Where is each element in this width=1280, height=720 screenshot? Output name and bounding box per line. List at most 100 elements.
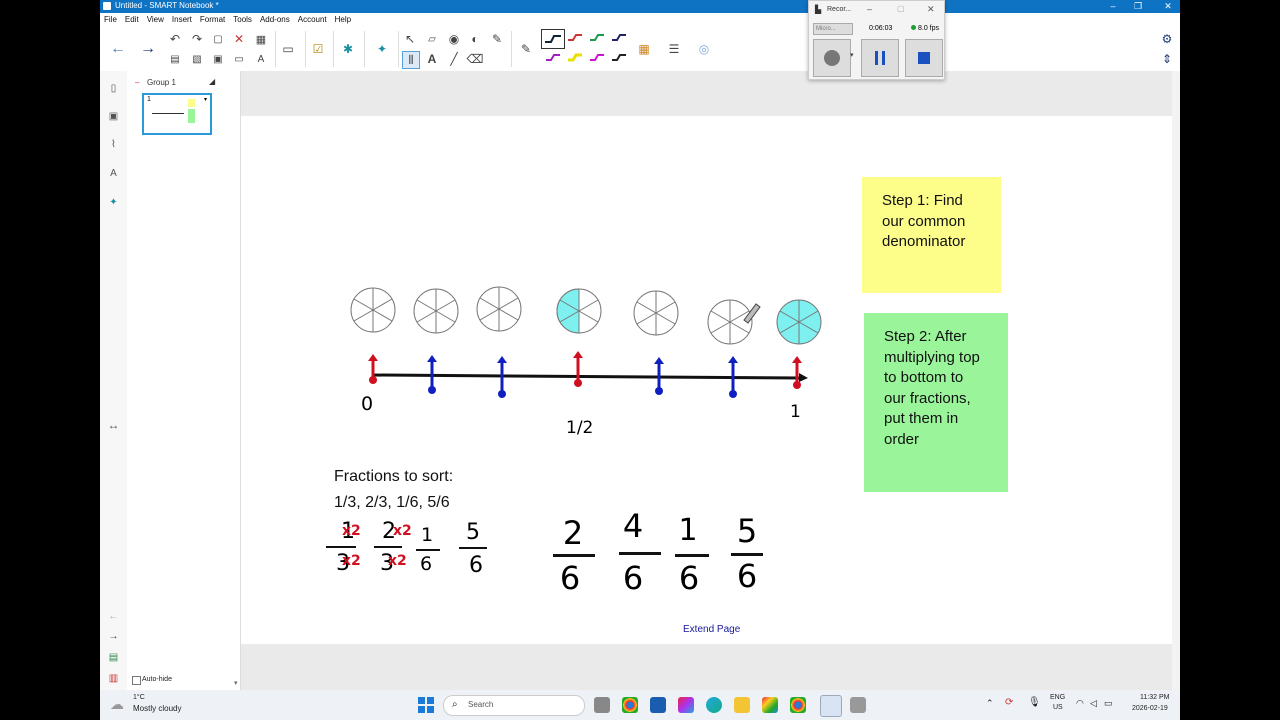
pen-shapes-icon[interactable]: ▱ bbox=[424, 31, 440, 47]
smart-notebook-taskbar-icon[interactable] bbox=[820, 695, 842, 717]
add-page-icon[interactable]: ▤ bbox=[106, 650, 121, 665]
extend-page-link[interactable]: Extend Page bbox=[683, 624, 740, 635]
tray-overflow-chevron-icon[interactable]: ⌃ bbox=[986, 698, 994, 709]
recorder-minimize-button[interactable]: – bbox=[867, 4, 872, 14]
new-page-icon[interactable]: ▤ bbox=[167, 51, 183, 67]
activity-builder-icon[interactable]: ☑ bbox=[310, 41, 326, 57]
line-style-icon[interactable]: ☰ bbox=[666, 41, 682, 57]
properties-tab-icon[interactable]: A bbox=[106, 166, 121, 181]
undo-icon[interactable]: ↶ bbox=[167, 31, 183, 47]
pen-style-yellow-icon[interactable] bbox=[566, 51, 584, 65]
paste-icon[interactable]: ▢ bbox=[210, 31, 226, 47]
recorder-mode-select[interactable]: Micro... bbox=[813, 23, 853, 35]
photos-icon[interactable] bbox=[762, 697, 778, 713]
recorder-close-button[interactable]: ✕ bbox=[927, 4, 935, 15]
text-recognition-icon[interactable]: A bbox=[253, 51, 269, 67]
pause-button[interactable] bbox=[861, 39, 899, 77]
pen-style-dark-selected[interactable] bbox=[541, 29, 565, 49]
tray-sync-icon[interactable]: ⟳ bbox=[1005, 697, 1013, 708]
menu-help[interactable]: Help bbox=[331, 13, 355, 26]
page-sorter-icon[interactable]: ▯ bbox=[106, 81, 121, 96]
chrome-profile-icon[interactable] bbox=[790, 697, 806, 713]
restore-button[interactable]: ❐ bbox=[1130, 0, 1146, 13]
lab-shapes-icon[interactable]: ✦ bbox=[374, 41, 390, 57]
gallery-icon[interactable]: ▣ bbox=[106, 109, 121, 124]
edge-icon[interactable] bbox=[706, 697, 722, 713]
line-tool-icon[interactable]: ╱ bbox=[446, 51, 462, 67]
tray-region[interactable]: US bbox=[1053, 704, 1063, 711]
pen-style-green-icon[interactable] bbox=[588, 31, 606, 45]
table-icon[interactable]: ▦ bbox=[253, 31, 269, 47]
thumb-menu-icon[interactable]: ▾ bbox=[204, 96, 207, 103]
screen-shade-icon[interactable]: ▭ bbox=[231, 51, 247, 67]
sidebar-forward-arrow-icon[interactable]: → bbox=[106, 629, 121, 644]
menu-format[interactable]: Format bbox=[196, 13, 229, 26]
menu-addons[interactable]: Add-ons bbox=[256, 13, 294, 26]
menu-file[interactable]: File bbox=[100, 13, 121, 26]
settings-gear-icon[interactable]: ⚙ bbox=[1159, 31, 1175, 47]
group-collapse-icon[interactable]: – bbox=[135, 78, 139, 87]
scroll-down-arrow-icon[interactable]: ▾ bbox=[234, 679, 238, 687]
autohide-checkbox[interactable] bbox=[132, 676, 141, 685]
pen-style-purple-icon[interactable] bbox=[544, 51, 562, 65]
record-options-chevron-icon[interactable]: ▾ bbox=[850, 51, 854, 59]
pen-style-black-icon[interactable] bbox=[610, 51, 628, 65]
fill-effects-icon[interactable]: ◎ bbox=[696, 41, 712, 57]
previous-page-arrow-icon[interactable]: ← bbox=[110, 40, 126, 57]
clock-date[interactable]: 2026-02-19 bbox=[1132, 705, 1168, 712]
pen-style-navy-icon[interactable] bbox=[610, 31, 628, 45]
wifi-icon[interactable]: ◠ bbox=[1076, 698, 1084, 709]
properties-icon[interactable]: ⫴ bbox=[402, 51, 420, 69]
move-toolbar-icon[interactable]: ⇕ bbox=[1159, 51, 1175, 67]
delete-icon[interactable]: ✕ bbox=[231, 31, 247, 47]
pen-style-red-icon[interactable] bbox=[566, 31, 584, 45]
pen-style-magenta-icon[interactable] bbox=[588, 51, 606, 65]
volume-icon[interactable]: ◁ bbox=[1090, 698, 1097, 709]
tray-language[interactable]: ENG bbox=[1050, 694, 1065, 701]
tray-microphone-icon[interactable]: 🎙 bbox=[1028, 697, 1041, 708]
canvas-scrollbar[interactable] bbox=[1172, 71, 1180, 690]
sidebar-back-arrow-icon[interactable]: ← bbox=[106, 609, 121, 624]
page-thumbnail[interactable]: 1 ▾ bbox=[142, 93, 212, 135]
chrome-icon[interactable] bbox=[622, 697, 638, 713]
minimize-button[interactable]: – bbox=[1105, 0, 1121, 13]
close-button[interactable]: ✕ bbox=[1160, 0, 1176, 13]
file-explorer-icon[interactable] bbox=[734, 697, 750, 713]
menu-edit[interactable]: Edit bbox=[121, 13, 143, 26]
battery-icon[interactable]: ▭ bbox=[1104, 698, 1113, 709]
menu-view[interactable]: View bbox=[143, 13, 168, 26]
windows-start-icon[interactable] bbox=[418, 697, 434, 713]
recorder-maximize-button[interactable]: ▢ bbox=[897, 4, 905, 13]
next-page-arrow-icon[interactable]: → bbox=[140, 40, 156, 57]
menu-tools[interactable]: Tools bbox=[229, 13, 256, 26]
document-camera-icon[interactable]: ▭ bbox=[280, 41, 296, 57]
taskbar-search-box[interactable]: ⌕ Search bbox=[443, 695, 585, 716]
addons-bug-icon[interactable]: ✱ bbox=[340, 41, 356, 57]
weather-temp[interactable]: 1°C bbox=[133, 694, 145, 701]
task-view-icon[interactable] bbox=[594, 697, 610, 713]
delete-page-icon[interactable]: ▥ bbox=[106, 671, 121, 686]
open-file-icon[interactable]: ▧ bbox=[189, 51, 205, 67]
resize-sidebar-icon[interactable]: ↔ bbox=[106, 417, 121, 432]
magic-pen-icon[interactable]: ✎ bbox=[489, 31, 505, 47]
text-tool-icon[interactable]: A bbox=[424, 51, 440, 67]
menu-account[interactable]: Account bbox=[294, 13, 331, 26]
addons-tab-icon[interactable]: ✦ bbox=[106, 195, 121, 210]
pen-icon[interactable]: ✎ bbox=[518, 41, 534, 57]
shapes-icon[interactable]: ◉ bbox=[446, 31, 462, 47]
copilot-icon[interactable] bbox=[678, 697, 694, 713]
fill-icon[interactable]: ◐ bbox=[467, 31, 483, 47]
stop-button[interactable] bbox=[905, 39, 943, 77]
color-palette-icon[interactable]: ▦ bbox=[636, 41, 652, 57]
save-icon[interactable]: ▣ bbox=[210, 51, 226, 67]
redo-icon[interactable]: ↷ bbox=[189, 31, 205, 47]
clock-time[interactable]: 11:32 PM bbox=[1140, 694, 1169, 701]
screen-recorder-taskbar-icon[interactable] bbox=[850, 697, 866, 713]
record-button[interactable] bbox=[813, 39, 851, 77]
menu-insert[interactable]: Insert bbox=[168, 13, 196, 26]
eraser-icon[interactable]: ⌫ bbox=[467, 51, 484, 67]
notebook-page[interactable]: Step 1: Find our common denominator Step… bbox=[241, 116, 1180, 644]
attachments-icon[interactable]: ⌇ bbox=[106, 137, 121, 152]
weather-desc[interactable]: Mostly cloudy bbox=[133, 704, 181, 713]
group-menu-chevron-icon[interactable]: ◢ bbox=[209, 77, 215, 86]
